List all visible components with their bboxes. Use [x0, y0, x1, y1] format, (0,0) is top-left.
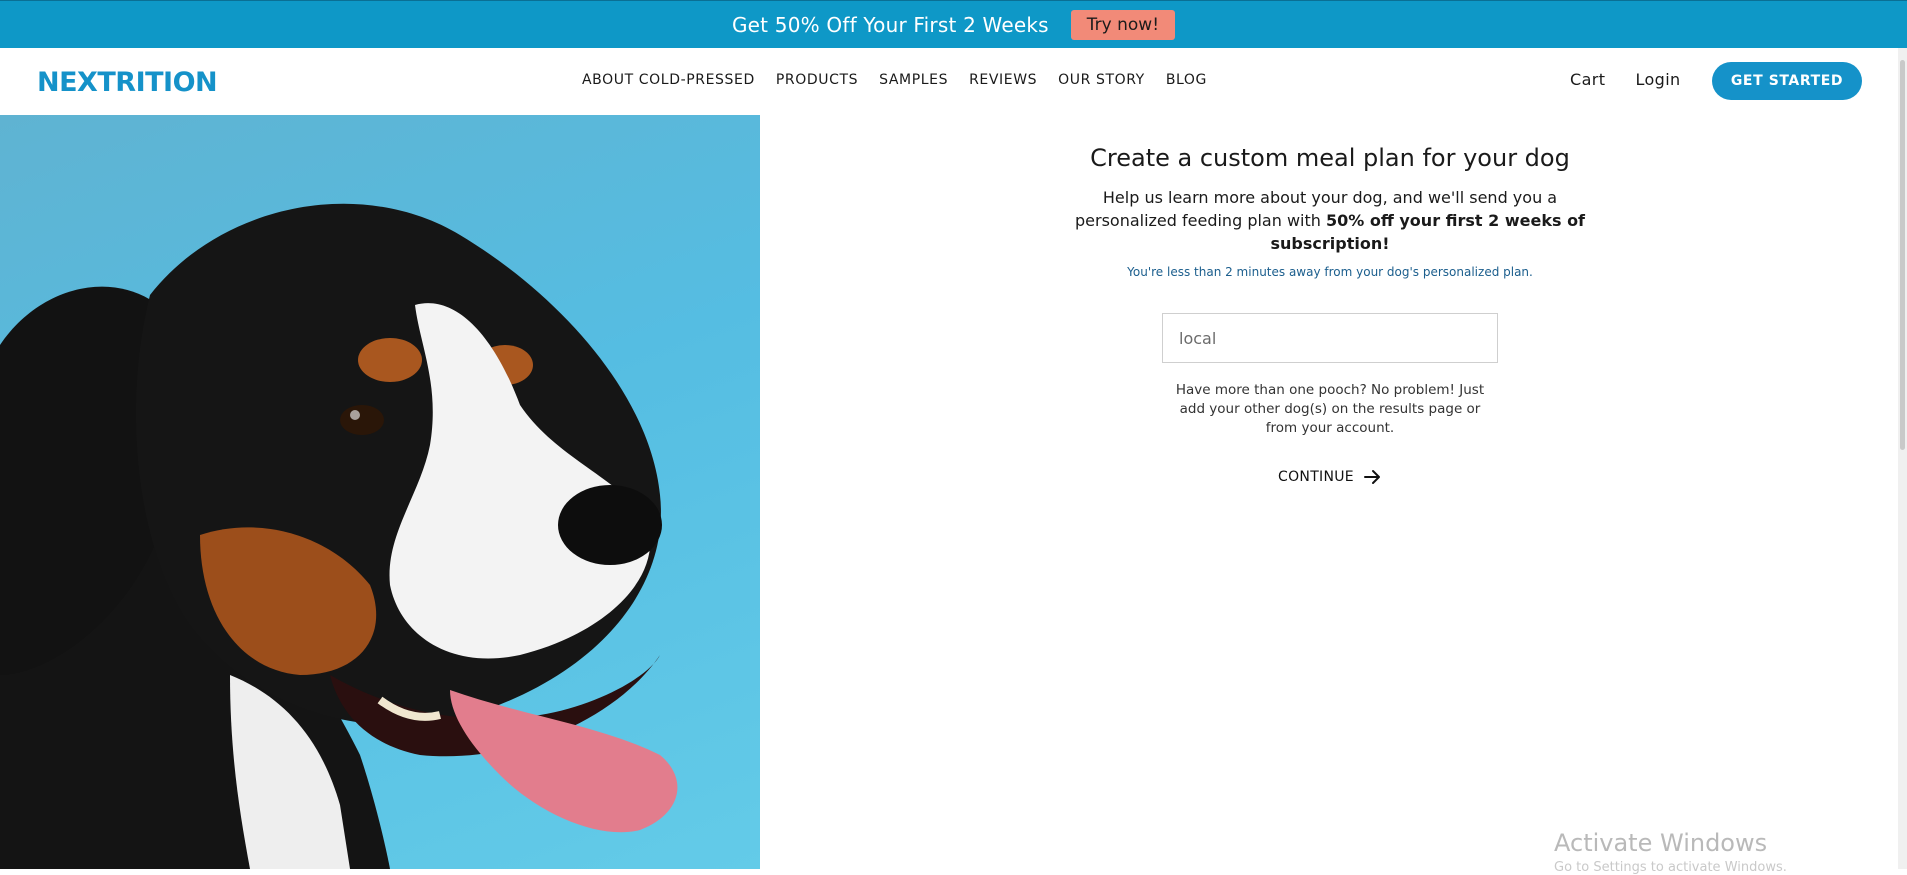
dog-name-input[interactable] — [1177, 327, 1483, 349]
windows-watermark-title: Activate Windows — [1554, 829, 1768, 857]
meal-plan-form: Create a custom meal plan for your dog H… — [1030, 140, 1630, 486]
time-note: You're less than 2 minutes away from you… — [1127, 265, 1533, 279]
login-link[interactable]: Login — [1635, 70, 1680, 89]
nav-reviews[interactable]: REVIEWS — [969, 72, 1037, 88]
multi-dog-text: Have more than one pooch? No problem! Ju… — [1175, 382, 1485, 436]
continue-label: CONTINUE — [1278, 469, 1354, 485]
nav-our-story[interactable]: OUR STORY — [1058, 72, 1145, 88]
logo[interactable]: NEXTRITION — [37, 67, 218, 98]
intro-text: Help us learn more about your dog, and w… — [1070, 186, 1590, 255]
account-nav: Cart Login — [1570, 70, 1711, 89]
dog-photo — [0, 115, 760, 869]
arrow-right-icon — [1363, 470, 1380, 484]
try-now-button[interactable]: Try now! — [1070, 10, 1176, 40]
promo-text: Get 50% Off Your First 2 Weeks — [731, 13, 1049, 37]
promo-bar: Get 50% Off Your First 2 Weeks Try now! — [0, 0, 1907, 49]
nav-samples[interactable]: SAMPLES — [879, 72, 948, 88]
dog-name-field[interactable] — [1162, 313, 1498, 363]
scrollbar-thumb[interactable] — [1900, 60, 1905, 450]
main-nav: ABOUT COLD-PRESSED PRODUCTS SAMPLES REVI… — [582, 72, 1228, 88]
nav-about-cold-pressed[interactable]: ABOUT COLD-PRESSED — [582, 72, 755, 88]
cart-link[interactable]: Cart — [1570, 70, 1605, 89]
continue-button[interactable]: CONTINUE — [1272, 468, 1388, 486]
nav-blog[interactable]: BLOG — [1166, 72, 1207, 88]
dog-illustration — [0, 203, 678, 869]
site-header: NEXTRITION ABOUT COLD-PRESSED PRODUCTS S… — [0, 48, 1898, 115]
nav-products[interactable]: PRODUCTS — [776, 72, 858, 88]
get-started-button[interactable]: GET STARTED — [1712, 62, 1862, 100]
page-title: Create a custom meal plan for your dog — [1090, 144, 1570, 172]
windows-watermark-subtitle: Go to Settings to activate Windows. — [1554, 860, 1787, 875]
